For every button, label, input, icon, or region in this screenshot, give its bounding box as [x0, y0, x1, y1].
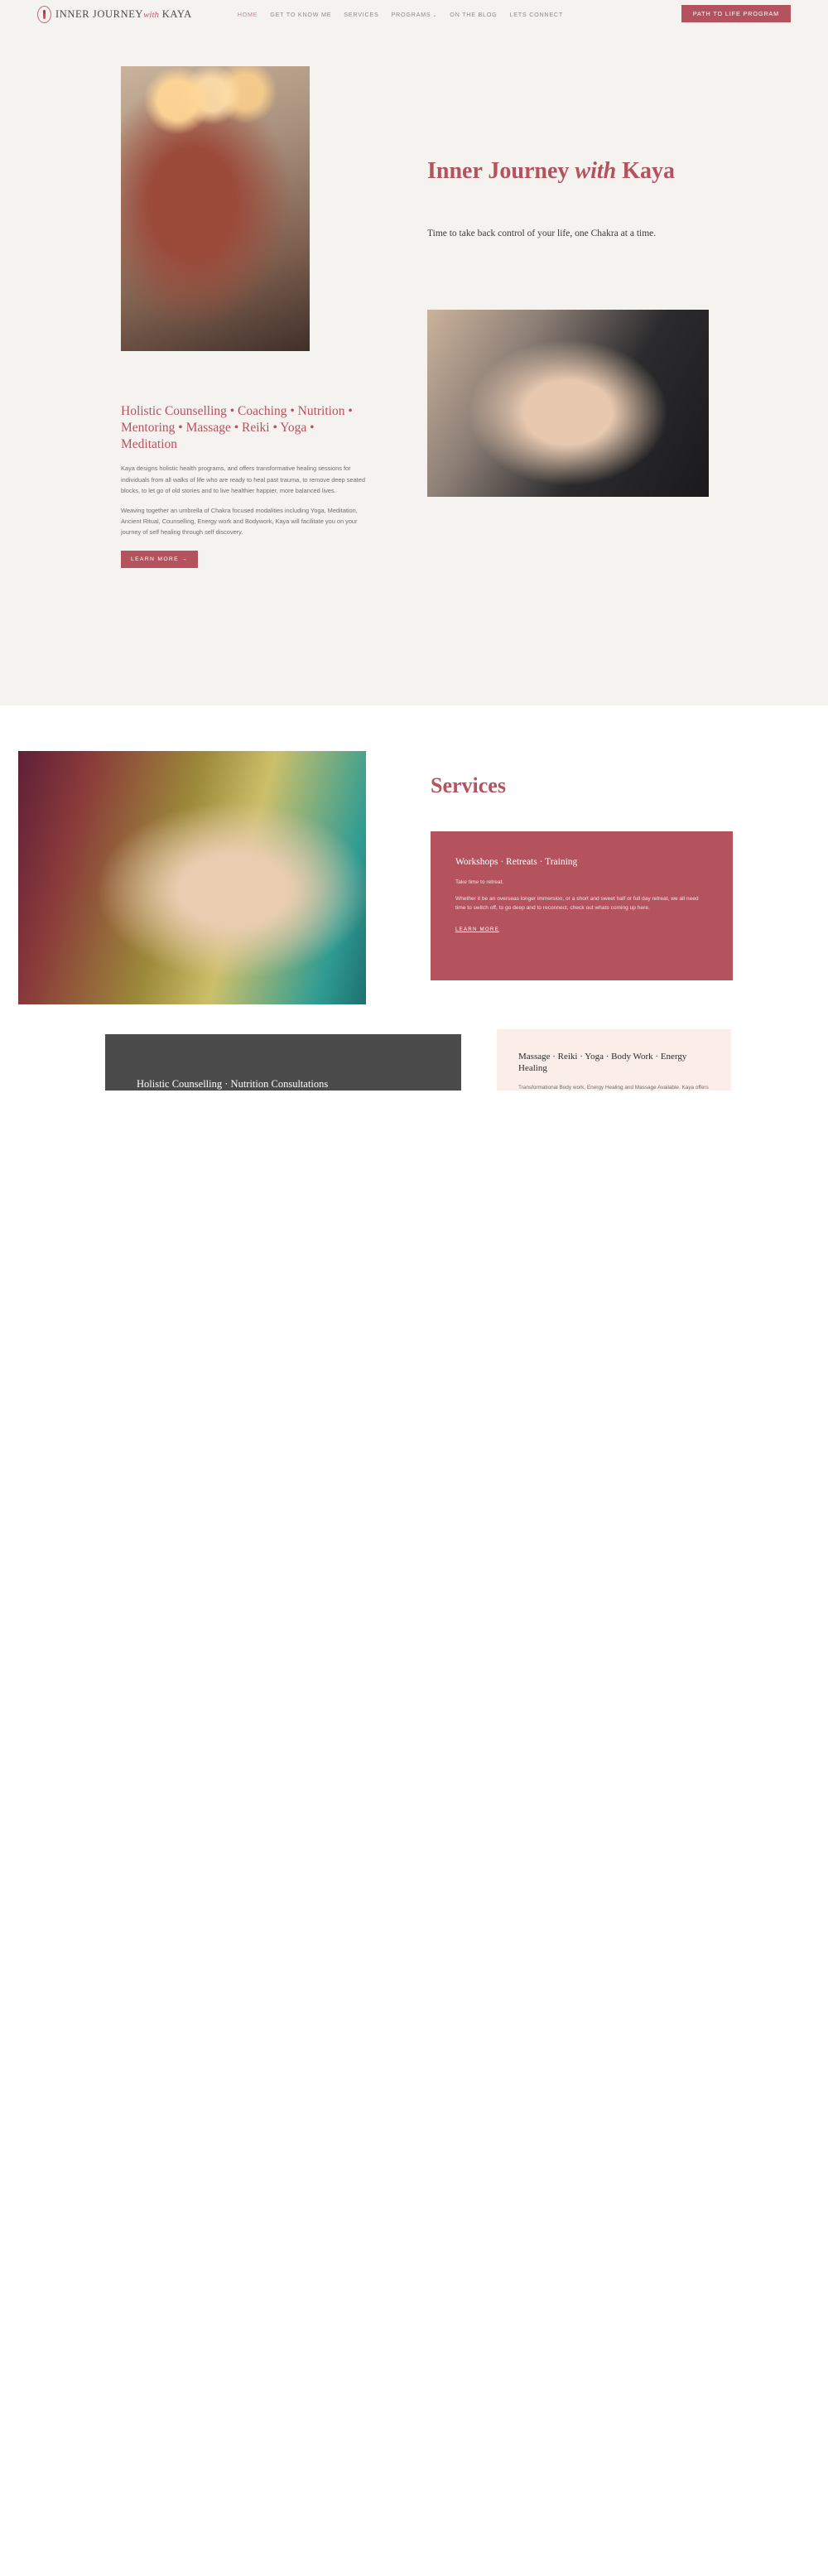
- service-card-workshops-heading: Workshops · Retreats · Training: [455, 857, 578, 867]
- page-title: Inner Journey with Kaya: [427, 158, 725, 185]
- nav-item-lets-connect[interactable]: LETS CONNECT: [509, 11, 563, 18]
- intro-paragraph-2: Weaving together an umbrella of Chakra f…: [121, 507, 358, 537]
- logo-text-script: with: [143, 10, 160, 20]
- hero-title-emphasis: with: [575, 158, 617, 184]
- nav-item-home[interactable]: HOME: [238, 11, 258, 18]
- logo-text: INNER JOURNEYwith KAYA: [55, 8, 192, 21]
- service-card-counselling-heading: Holistic Counselling · Nutrition Consult…: [137, 1078, 329, 1090]
- service-card-workshops-p2: Whether it be an overseas longer immersi…: [455, 896, 699, 912]
- service-card-workshops-p1: Take time to retreat.: [455, 879, 504, 885]
- hero-title-part2: Kaya: [616, 158, 675, 184]
- intro-heading: Holistic Counselling • Coaching • Nutrit…: [121, 404, 353, 451]
- intro-block: Holistic Counselling • Coaching • Nutrit…: [121, 403, 369, 568]
- primary-navigation: HOME GET TO KNOW ME SERVICES PROGRAMS ⌄ O…: [238, 11, 563, 18]
- nav-item-programs-label: PROGRAMS: [391, 11, 431, 18]
- intro-paragraph-1: Kaya designs holistic health programs, a…: [121, 465, 365, 494]
- logo[interactable]: INNER JOURNEYwith KAYA: [37, 6, 192, 23]
- service-card-workshops: Workshops · Retreats · Training Take tim…: [431, 831, 733, 980]
- hero-portrait-image: [121, 66, 310, 351]
- chevron-down-icon: ⌄: [432, 13, 438, 18]
- nav-item-programs[interactable]: PROGRAMS ⌄: [392, 11, 438, 18]
- nav-item-on-the-blog[interactable]: ON THE BLOG: [450, 11, 497, 18]
- path-to-life-program-button[interactable]: PATH TO LIFE PROGRAM: [681, 5, 791, 22]
- nav-item-get-to-know-me[interactable]: GET TO KNOW ME: [270, 11, 331, 18]
- service-card-counselling: Holistic Counselling · Nutrition Consult…: [105, 1034, 461, 1091]
- service-card-massage-heading: Massage · Reiki · Yoga · Body Work · Ene…: [518, 1052, 687, 1074]
- services-title: Services: [431, 773, 506, 797]
- logo-text-part2: KAYA: [161, 8, 192, 20]
- services-image: [18, 751, 366, 1004]
- site-header: INNER JOURNEYwith KAYA HOME GET TO KNOW …: [0, 0, 828, 29]
- hero-title-part1: Inner Journey: [427, 158, 575, 184]
- logo-text-part1: INNER JOURNEY: [55, 8, 144, 20]
- service-card-massage: Massage · Reiki · Yoga · Body Work · Ene…: [497, 1029, 731, 1091]
- page-root: INNER JOURNEYwith KAYA HOME GET TO KNOW …: [0, 0, 828, 1091]
- hero-secondary-image: [427, 310, 709, 497]
- service-card-massage-body: Transformational Body work, Energy Heali…: [518, 1084, 709, 1091]
- hero-subtitle: Time to take back control of your life, …: [427, 229, 657, 238]
- logo-mark-icon: [37, 6, 51, 23]
- intro-learn-more-button[interactable]: LEARN MORE →: [121, 550, 199, 568]
- service-card-workshops-link[interactable]: LEARN MORE: [455, 927, 499, 932]
- nav-item-services[interactable]: SERVICES: [344, 11, 378, 18]
- hero-section: Inner Journey with Kaya Time to take bac…: [0, 29, 828, 705]
